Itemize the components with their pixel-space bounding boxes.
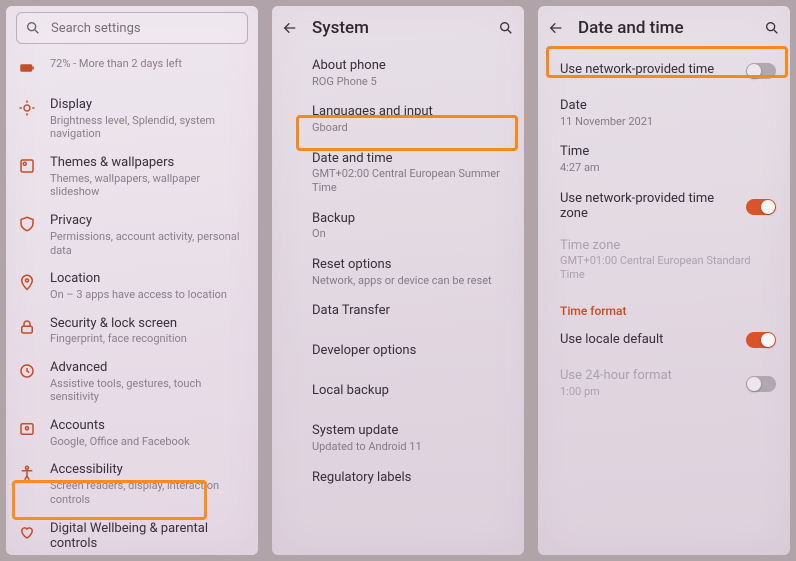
settings-item-display[interactable]: DisplayBrightness level, Splendid, syste… xyxy=(6,90,258,148)
search-icon xyxy=(25,20,41,36)
section-time-format: Time format xyxy=(538,290,790,320)
item-title: Themes & wallpapers xyxy=(50,155,244,171)
toggle-24h: Use 24-hour format 1:00 pm xyxy=(538,360,790,406)
toggle-network-time[interactable]: Use network-provided time xyxy=(538,50,790,90)
battery-icon xyxy=(18,59,36,77)
item-sub: Permissions, account activity, personal … xyxy=(50,230,244,258)
item-title: Accounts xyxy=(50,418,244,434)
value: 1:00 pm xyxy=(560,385,732,399)
system-item-7[interactable]: Local backup xyxy=(272,375,524,415)
search-icon[interactable] xyxy=(498,20,514,36)
item-sub: Fingerprint, face recognition xyxy=(50,332,244,346)
item-title: Developer options xyxy=(312,343,510,359)
settings-item-privacy[interactable]: PrivacyPermissions, account activity, pe… xyxy=(6,206,258,264)
back-icon[interactable] xyxy=(548,20,564,36)
item-title: Display xyxy=(50,97,244,113)
label: Time zone xyxy=(560,238,776,254)
system-item-6[interactable]: Developer options xyxy=(272,335,524,375)
row-date[interactable]: Date 11 November 2021 xyxy=(538,90,790,136)
datetime-header: Date and time xyxy=(538,6,790,50)
settings-item-battery[interactable]: 72% - More than 2 days left xyxy=(6,50,258,90)
page-title: Date and time xyxy=(578,18,750,38)
settings-item-themes[interactable]: Themes & wallpapersThemes, wallpapers, w… xyxy=(6,148,258,206)
system-item-5[interactable]: Data Transfer xyxy=(272,295,524,335)
system-item-1[interactable]: Languages and inputGboard xyxy=(272,96,524,142)
item-sub: GMT+02:00 Central European Summer Time xyxy=(312,167,510,195)
item-title: Local backup xyxy=(312,383,510,399)
toggle-network-zone[interactable]: Use network-provided time zone xyxy=(538,183,790,230)
label: Use network-provided time zone xyxy=(560,191,732,222)
settings-item-accessibility[interactable]: AccessibilityScreen readers, display, in… xyxy=(6,455,258,513)
item-sub: Brightness level, Splendid, system navig… xyxy=(50,114,244,142)
wellbeing-icon xyxy=(18,523,36,541)
accounts-icon xyxy=(18,420,36,438)
item-title: Languages and input xyxy=(312,104,510,120)
label: Use 24-hour format xyxy=(560,368,732,384)
item-title: Digital Wellbeing & parental controls xyxy=(50,521,244,552)
item-title: Advanced xyxy=(50,360,244,376)
item-sub: 72% - More than 2 days left xyxy=(50,57,244,71)
item-sub: Network, apps or device can be reset xyxy=(312,274,510,288)
item-title: Backup xyxy=(312,211,510,227)
advanced-icon xyxy=(18,362,36,380)
settings-item-location[interactable]: LocationOn – 3 apps have access to locat… xyxy=(6,264,258,308)
search-icon[interactable] xyxy=(764,20,780,36)
item-title: Privacy xyxy=(50,213,244,229)
value: GMT+01:00 Central European Standard Time xyxy=(560,254,776,282)
accessibility-icon xyxy=(18,464,36,482)
system-item-8[interactable]: System updateUpdated to Android 11 xyxy=(272,415,524,461)
system-item-3[interactable]: BackupOn xyxy=(272,203,524,249)
item-sub: Themes, wallpapers, wallpaper slideshow xyxy=(50,172,244,200)
item-sub: On – 3 apps have access to location xyxy=(50,288,244,302)
label: Date xyxy=(560,98,776,114)
row-time[interactable]: Time 4:27 am xyxy=(538,136,790,182)
settings-item-accounts[interactable]: AccountsGoogle, Office and Facebook xyxy=(6,411,258,455)
system-item-2[interactable]: Date and timeGMT+02:00 Central European … xyxy=(272,143,524,203)
item-title: Accessibility xyxy=(50,462,244,478)
row-time-zone: Time zone GMT+01:00 Central European Sta… xyxy=(538,230,790,290)
item-sub: Gboard xyxy=(312,121,510,135)
label: Use network-provided time xyxy=(560,62,732,78)
system-item-0[interactable]: About phoneROG Phone 5 xyxy=(272,50,524,96)
settings-item-lock[interactable]: Security & lock screenFingerprint, face … xyxy=(6,309,258,353)
item-sub: Google, Office and Facebook xyxy=(50,435,244,449)
toggle-locale-default[interactable]: Use locale default xyxy=(538,320,790,360)
item-title: About phone xyxy=(312,58,510,74)
system-header: System xyxy=(272,6,524,50)
settings-item-wellbeing[interactable]: Digital Wellbeing & parental controlsScr… xyxy=(6,514,258,556)
item-title: Date and time xyxy=(312,151,510,167)
location-icon xyxy=(18,273,36,291)
label: Time xyxy=(560,144,776,160)
item-title: Reset options xyxy=(312,257,510,273)
settings-item-advanced[interactable]: AdvancedAssistive tools, gestures, touch… xyxy=(6,353,258,411)
value: 11 November 2021 xyxy=(560,115,776,129)
back-icon[interactable] xyxy=(282,20,298,36)
search-settings-input[interactable]: Search settings xyxy=(16,12,248,44)
search-placeholder: Search settings xyxy=(51,21,141,36)
privacy-icon xyxy=(18,215,36,233)
system-item-4[interactable]: Reset optionsNetwork, apps or device can… xyxy=(272,249,524,295)
themes-icon xyxy=(18,157,36,175)
switch-icon[interactable] xyxy=(746,199,776,215)
item-sub: On xyxy=(312,227,510,241)
item-sub: ROG Phone 5 xyxy=(312,75,510,89)
item-title: System update xyxy=(312,423,510,439)
switch-icon[interactable] xyxy=(746,63,776,79)
switch-icon[interactable] xyxy=(746,332,776,348)
display-icon xyxy=(18,99,36,117)
item-sub: Screen time, app timers, bedtime schedul… xyxy=(50,553,244,555)
item-sub: Updated to Android 11 xyxy=(312,440,510,454)
item-title: Data Transfer xyxy=(312,303,510,319)
switch-icon xyxy=(746,376,776,392)
item-title: Security & lock screen xyxy=(50,316,244,332)
label: Use locale default xyxy=(560,332,732,348)
lock-icon xyxy=(18,318,36,336)
item-sub: Assistive tools, gestures, touch sensiti… xyxy=(50,377,244,405)
item-sub: Screen readers, display, interaction con… xyxy=(50,479,244,507)
system-item-9[interactable]: Regulatory labels xyxy=(272,462,524,502)
page-title: System xyxy=(312,18,484,38)
item-title: Regulatory labels xyxy=(312,470,510,486)
value: 4:27 am xyxy=(560,161,776,175)
item-title: Location xyxy=(50,271,244,287)
